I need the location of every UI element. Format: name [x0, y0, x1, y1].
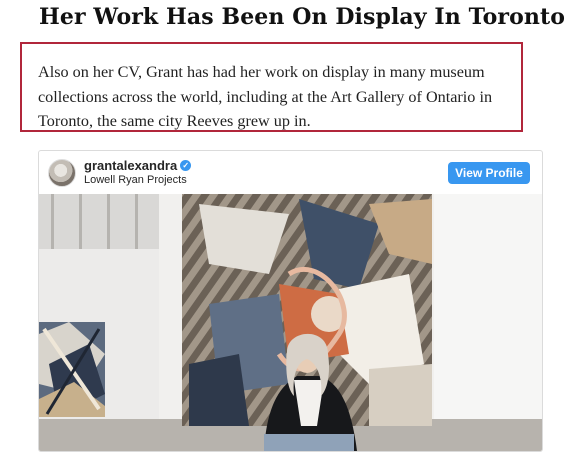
user-info: grantalexandra ✓ Lowell Ryan Projects — [84, 158, 192, 186]
location-label[interactable]: Lowell Ryan Projects — [84, 174, 191, 186]
callout-text: Also on her CV, Grant has had her work o… — [38, 63, 493, 130]
quote-callout: Also on her CV, Grant has had her work o… — [20, 42, 523, 132]
gallery-photo-image — [39, 194, 542, 451]
view-profile-button[interactable]: View Profile — [448, 162, 530, 184]
article-headline: Her Work Has Been On Display In Toronto — [39, 4, 565, 30]
avatar[interactable] — [48, 159, 76, 187]
username-link[interactable]: grantalexandra — [84, 158, 177, 173]
post-photo[interactable] — [39, 194, 542, 451]
verified-badge-icon: ✓ — [180, 160, 192, 171]
embed-header: grantalexandra ✓ Lowell Ryan Projects Vi… — [39, 151, 542, 194]
instagram-embed: grantalexandra ✓ Lowell Ryan Projects Vi… — [38, 150, 543, 452]
